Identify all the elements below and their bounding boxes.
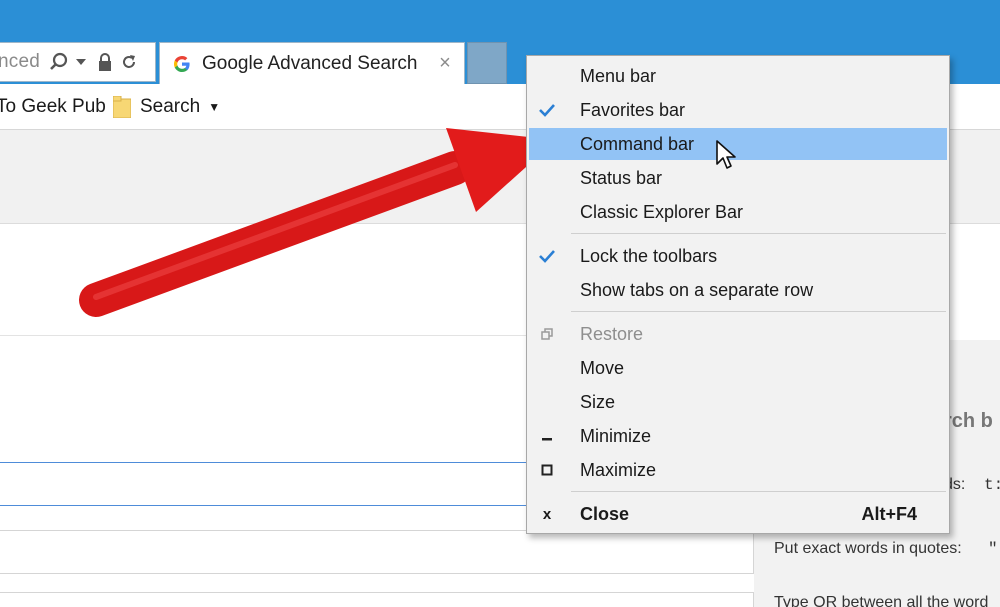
close-icon: x <box>542 505 552 523</box>
menu-item-label: Lock the toolbars <box>580 246 718 266</box>
menu-separator <box>571 311 946 312</box>
menu-item-label: Favorites bar <box>580 100 686 120</box>
menu-item-label: Restore <box>580 324 644 344</box>
menu-item-label: Menu bar <box>580 66 657 86</box>
checkmark-icon <box>529 94 565 126</box>
menu-shortcut: Alt+F4 <box>861 504 917 524</box>
menu-item-label: Classic Explorer Bar <box>580 202 744 222</box>
menu-item-move[interactable]: Move <box>529 352 947 384</box>
minimize-icon <box>529 420 565 452</box>
checkmark-icon <box>529 240 565 272</box>
menu-item-restore: Restore <box>529 318 947 350</box>
menu-item-label: Show tabs on a separate row <box>580 280 814 300</box>
menu-item-label: Minimize <box>580 426 652 446</box>
menu-item-label: Close <box>580 504 630 524</box>
menu-item-menu-bar[interactable]: Menu bar <box>529 60 947 92</box>
menu-item-label: Size <box>580 392 616 412</box>
menu-item-maximize[interactable]: Maximize <box>529 454 947 486</box>
menu-separator <box>571 491 946 492</box>
menu-item-favorites-bar[interactable]: Favorites bar <box>529 94 947 126</box>
menu-item-close[interactable]: x Close Alt+F4 <box>529 498 947 530</box>
menu-item-label: Move <box>580 358 625 378</box>
mouse-pointer-icon <box>716 140 736 169</box>
menu-item-size[interactable]: Size <box>529 386 947 418</box>
menu-item-show-tabs-separate-row[interactable]: Show tabs on a separate row <box>529 274 947 306</box>
restore-icon <box>529 318 565 350</box>
menu-item-minimize[interactable]: Minimize <box>529 420 947 452</box>
menu-item-label: Status bar <box>580 168 663 188</box>
menu-item-classic-explorer-bar[interactable]: Classic Explorer Bar <box>529 196 947 228</box>
menu-item-label: Command bar <box>580 134 695 154</box>
toolbar-context-menu: Menu bar Favorites bar Command bar Statu… <box>526 55 950 534</box>
maximize-icon <box>529 454 565 486</box>
menu-separator <box>571 233 946 234</box>
menu-item-label: Maximize <box>580 460 657 480</box>
menu-item-lock-toolbars[interactable]: Lock the toolbars <box>529 240 947 272</box>
